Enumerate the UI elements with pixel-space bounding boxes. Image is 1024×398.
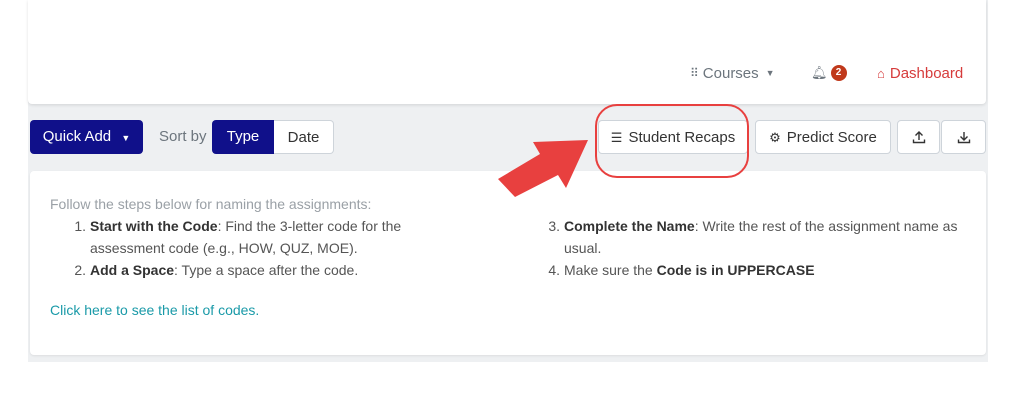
sort-date-button[interactable]: Date bbox=[274, 120, 334, 154]
gear-icon: ⚙ bbox=[769, 130, 781, 145]
chevron-down-icon: ▼ bbox=[121, 133, 131, 143]
bell-icon: 🔔︎ bbox=[811, 65, 828, 80]
download-button[interactable] bbox=[941, 120, 986, 154]
notification-badge: 2 bbox=[830, 65, 847, 81]
chevron-down-icon: ▼ bbox=[765, 68, 775, 78]
highlight-circle bbox=[595, 104, 749, 178]
list-item: 2. Add a Space: Type a space after the c… bbox=[74, 262, 359, 278]
list-item: 4. Make sure the Code is in UPPERCASE bbox=[548, 262, 815, 278]
sort-by-label: Sort by bbox=[159, 128, 207, 145]
dashboard-label: Dashboard bbox=[889, 64, 964, 82]
quick-add-label: Quick Add bbox=[42, 128, 112, 145]
grid-icon: ⠿ bbox=[690, 66, 699, 80]
steps-list-left: 1. Start with the Code: Find the 3-lette… bbox=[50, 215, 470, 281]
list-item: 1. Start with the Code: Find the 3-lette… bbox=[74, 218, 402, 256]
predict-score-label: Predict Score bbox=[786, 129, 877, 146]
codes-list-link[interactable]: Click here to see the list of codes. bbox=[50, 302, 259, 318]
arrow-annotation bbox=[498, 140, 588, 197]
instructions-intro: Follow the steps below for naming the as… bbox=[50, 196, 372, 212]
naming-instructions-panel: Follow the steps below for naming the as… bbox=[30, 171, 986, 355]
list-item: 3. Complete the Name: Write the rest of … bbox=[548, 218, 958, 256]
predict-score-button[interactable]: ⚙ Predict Score bbox=[755, 120, 891, 154]
courses-dropdown[interactable]: ⠿ Courses ▼ bbox=[690, 62, 775, 84]
courses-label: Courses bbox=[702, 64, 759, 82]
quick-add-button[interactable]: Quick Add ▼ bbox=[30, 120, 143, 154]
download-icon bbox=[957, 132, 970, 144]
sort-type-button[interactable]: Type bbox=[212, 120, 274, 154]
dashboard-link[interactable]: ⌂ Dashboard bbox=[877, 62, 963, 84]
top-navbar: ⠿ Courses ▼ 🔔︎ 2 ⌂ Dashboard bbox=[28, 0, 986, 104]
home-icon: ⌂ bbox=[877, 65, 885, 81]
steps-list-right: 3. Complete the Name: Write the rest of … bbox=[524, 215, 984, 281]
notifications-button[interactable]: 🔔︎ 2 bbox=[811, 62, 847, 84]
upload-button[interactable] bbox=[897, 120, 940, 154]
upload-icon bbox=[912, 131, 925, 144]
